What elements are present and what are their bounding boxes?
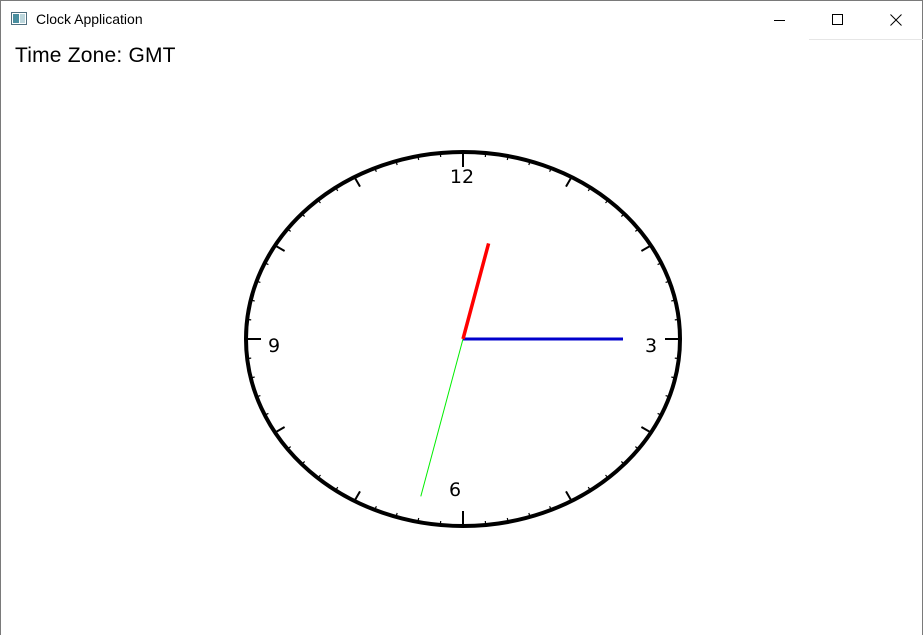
numeral-12: 12 [450,166,474,188]
numeral-6: 6 [449,479,461,501]
numeral-3: 3 [645,335,657,357]
analog-clock: 12 3 6 9 [244,150,682,528]
numeral-9: 9 [268,335,280,357]
clock-application-window: Clock Application Time Zone: GMT 12 3 6 … [0,0,923,635]
